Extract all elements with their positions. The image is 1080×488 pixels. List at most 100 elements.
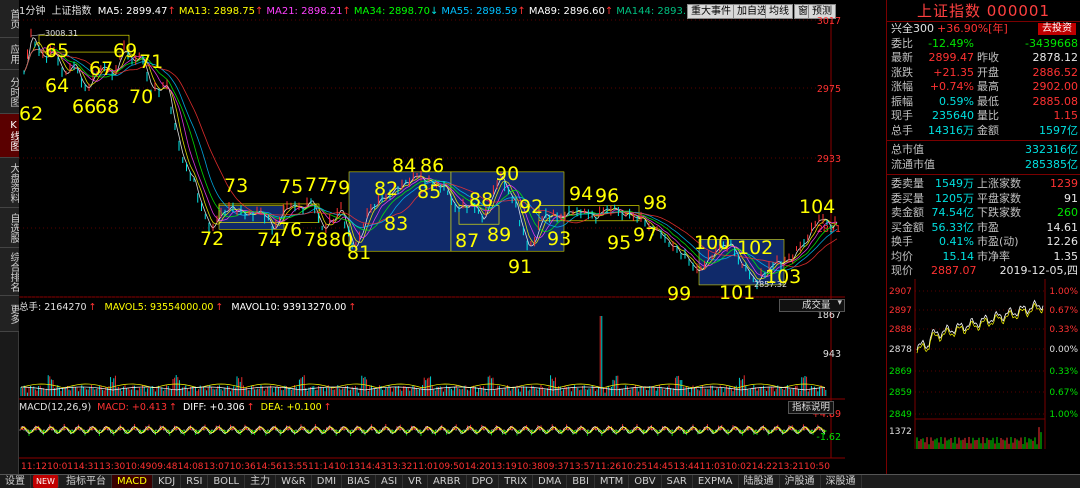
indicator-tab-expma-21[interactable]: EXPMA [693, 475, 739, 488]
flow-value2: 91 [1064, 191, 1078, 205]
quote-label: 委比 [891, 36, 913, 50]
time-axis-label: 09:48 [152, 462, 178, 472]
volume-indicator-dropdown[interactable]: 成交量 ▾ [779, 298, 845, 312]
indicator-help-button[interactable]: 指标说明 [788, 401, 835, 414]
mini-volume-label: 1372 [889, 427, 912, 437]
flow-value2: 1239 [1050, 177, 1078, 190]
flow-value: 74.54亿 [931, 206, 975, 219]
market-cap-row: 总市值 332316亿 [887, 143, 1080, 158]
quote-label2: 昨收 [977, 51, 999, 64]
mini-right-axis: 0.33% [1049, 325, 1078, 335]
flow-value2: 14.61 [1046, 220, 1079, 234]
quote-label: 现手 [891, 109, 913, 122]
indicator-tab--24[interactable]: 深股通 [821, 475, 862, 488]
indicator-tab-new-1[interactable]: NEW [33, 475, 59, 488]
time-axis-label: 13:44 [674, 462, 700, 472]
wave-label-96: 96 [595, 185, 619, 207]
quote-value: +0.74% [929, 80, 974, 93]
time-axis-label: 11:01 [413, 462, 439, 472]
flow-row: 委卖量 1549万 上涨家数 1239 [887, 177, 1080, 192]
time-axis-label: 14:56 [256, 462, 282, 472]
flow-label: 均价 [891, 249, 913, 263]
quote-row: 现手 235640 量比 1.15 [887, 109, 1080, 124]
left-tab-0[interactable]: 首页 [0, 0, 19, 38]
indicator-tab-trix-15[interactable]: TRIX [499, 475, 534, 488]
now-price-row: 现价 2887.07 2019-12-05,四 [887, 264, 1080, 279]
flow-value: 0.41% [939, 235, 974, 248]
indicator-tab-macd-3[interactable]: MACD [111, 475, 153, 488]
intraday-mini-chart[interactable]: 2907 1.00% 2897 0.67% 2888 0.33% 2878 0.00% 2869… [887, 278, 1080, 449]
wave-label-68: 68 [95, 96, 119, 118]
mini-left-axis: 2897 [889, 306, 912, 316]
invest-button[interactable]: 去投资 [1038, 23, 1076, 35]
price-axis-label: 2933 [817, 154, 841, 165]
indicator-tab--0[interactable]: 设置 [0, 475, 31, 488]
kline-chart-area: 1分钟 上证指数 MA5: 2899.47↑ MA13: 2898.75↑ MA21… [19, 0, 845, 474]
wave-label-75: 75 [279, 176, 303, 198]
wave-label-76: 76 [278, 219, 302, 241]
mini-right-axis: 0.00% [1049, 345, 1078, 355]
indicator-tab-obv-19[interactable]: OBV [629, 475, 662, 488]
left-tab-1[interactable]: 应用 [0, 38, 19, 70]
left-tab-7[interactable]: 更多 [0, 296, 19, 332]
quote-label: 涨跌 [891, 65, 913, 79]
now-date: 2019-12-05,四 [999, 264, 1078, 277]
left-tab-5[interactable]: 自选股 [0, 208, 19, 248]
time-axis-label: 11:14 [308, 462, 334, 472]
flow-label: 委卖量 [891, 177, 924, 190]
indicator-tab-bbi-17[interactable]: BBI [567, 475, 595, 488]
now-price-label: 现价 [891, 264, 913, 277]
indicator-tab-kdj-4[interactable]: KDJ [153, 475, 182, 488]
quote-label2: 金额 [977, 123, 999, 137]
indicator-tab-wr-8[interactable]: W&R [276, 475, 312, 488]
left-tab-6[interactable]: 综合排名 [0, 248, 19, 296]
indicator-tab-bias-10[interactable]: BIAS [342, 475, 377, 488]
mini-left-axis: 2869 [889, 367, 912, 377]
mini-left-axis: 2907 [889, 287, 912, 297]
wave-label-72: 72 [200, 228, 224, 250]
quote-label: 最新 [891, 51, 913, 64]
flow-label2: 平盘家数 [977, 191, 1021, 205]
flow-value2: 12.26 [1046, 235, 1079, 248]
market-cap-value: 285385亿 [1025, 157, 1078, 171]
quote-title: 上证指数 000001 [887, 0, 1080, 22]
macd-stat-3: DEA: +0.100 [260, 402, 322, 413]
wave-label-85: 85 [417, 181, 441, 203]
time-axis-label: 13:21 [778, 462, 804, 472]
indicator-tab-asi-11[interactable]: ASI [376, 475, 404, 488]
indicator-tab-dmi-9[interactable]: DMI [312, 475, 343, 488]
flow-value2: 260 [1057, 206, 1078, 219]
left-tab-4[interactable]: 大盘资料 [0, 158, 19, 208]
wave-label-84: 84 [392, 155, 416, 177]
time-axis-label: 10:49 [125, 462, 151, 472]
indicator-tab--22[interactable]: 陆股通 [739, 475, 780, 488]
quote-value: 0.59% [939, 94, 974, 108]
indicator-tab--23[interactable]: 沪股通 [780, 475, 821, 488]
volume-axis-label: 943 [823, 349, 841, 360]
wave-label-81: 81 [347, 242, 371, 264]
flow-value: 15.14 [942, 249, 975, 263]
wave-label-100: 100 [694, 232, 730, 254]
indicator-tab-arbr-13[interactable]: ARBR [428, 475, 467, 488]
quote-value2: 2885.08 [1032, 94, 1079, 108]
indicator-tab--2[interactable]: 指标平台 [61, 475, 112, 488]
indicator-tab-mtm-18[interactable]: MTM [595, 475, 630, 488]
left-tab-2[interactable]: 分时图 [0, 70, 19, 114]
indicator-tab-rsi-5[interactable]: RSI [181, 475, 209, 488]
indicator-tab-dpo-14[interactable]: DPO [467, 475, 500, 488]
time-axis-label: 13:32 [386, 462, 412, 472]
indicator-tab--7[interactable]: 主力 [245, 475, 277, 488]
chevron-down-icon[interactable]: ▾ [837, 298, 842, 309]
macd-stat-1: MACD: +0.413 [97, 402, 168, 413]
indicator-tab-dma-16[interactable]: DMA [533, 475, 568, 488]
time-axis-label: 14:20 [465, 462, 491, 472]
quote-value2: 2878.12 [1032, 51, 1079, 64]
mini-left-axis: 2849 [889, 410, 912, 420]
indicator-tab-boll-6[interactable]: BOLL [208, 475, 246, 488]
left-tab-3[interactable]: K线图 [0, 114, 19, 158]
indicator-tab-vr-12[interactable]: VR [403, 475, 428, 488]
wave-label-71: 71 [139, 51, 163, 73]
indicator-tab-sar-20[interactable]: SAR [662, 475, 693, 488]
wave-label-78: 78 [304, 229, 328, 251]
divider [887, 174, 1080, 175]
